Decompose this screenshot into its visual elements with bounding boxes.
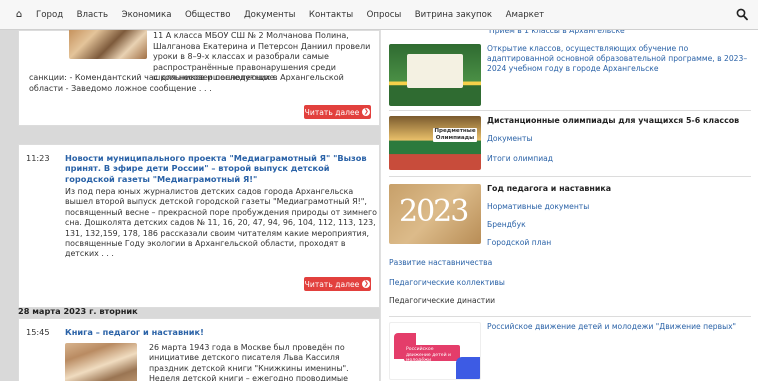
top-navigation: ⌂ Город Власть Экономика Общество Докуме… <box>0 0 758 30</box>
nav-item-society[interactable]: Общество <box>185 10 231 20</box>
logo-shape-blue <box>456 357 480 379</box>
divider <box>389 316 751 317</box>
search-icon[interactable] <box>736 8 748 22</box>
divider <box>389 110 751 111</box>
news-card: 11:23 Новости муниципального проекта "Ме… <box>18 144 380 308</box>
nav-item-city[interactable]: Город <box>36 10 63 20</box>
read-more-label: Читать далее <box>304 279 360 289</box>
nav-item-economy[interactable]: Экономика <box>122 10 172 20</box>
movement-first-banner-image[interactable]: Российское движение детей и молодёжи <box>389 322 481 380</box>
nav-item-amarket[interactable]: Амаркет <box>506 10 545 20</box>
read-more-button[interactable]: Читать далее ❯ <box>304 105 371 119</box>
olympiad-results-link[interactable]: Итоги олимпиад <box>487 154 553 164</box>
news-card: 15:45 Книга – педагог и наставник! 26 ма… <box>18 318 380 381</box>
nav-item-contacts[interactable]: Контакты <box>309 10 353 20</box>
pedagogical-dynasties-item[interactable]: Педагогические династии <box>389 296 495 305</box>
adapted-classes-link[interactable]: Открытие классов, осуществляющих обучени… <box>487 44 749 73</box>
news-time: 15:45 <box>26 327 50 337</box>
olympiad-image-label: Предметные Олимпиады <box>433 128 477 142</box>
nav-item-power[interactable]: Власть <box>77 10 108 20</box>
pedagogical-teams-link[interactable]: Педагогические коллективы <box>389 278 505 287</box>
date-heading: 28 марта 2023 г. вторник <box>18 306 138 316</box>
news-headline-link[interactable]: Новости муниципального проекта "Медиагра… <box>65 153 377 184</box>
news-image[interactable] <box>69 25 147 59</box>
sidebar-banners: Приём в 1 классы в Архангельске Открытие… <box>380 26 758 381</box>
school-banner-image[interactable] <box>389 44 481 106</box>
olympiad-documents-link[interactable]: Документы <box>487 134 532 144</box>
read-more-label: Читать далее <box>304 107 360 117</box>
olympiad-title: Дистанционные олимпиады для учащихся 5-6… <box>487 116 740 125</box>
news-text: 26 марта 1943 года в Москве был проведён… <box>149 343 349 381</box>
olympiad-banner-image[interactable]: Предметные Олимпиады <box>389 116 481 170</box>
news-time: 11:23 <box>26 153 50 163</box>
news-card: 11 А класса МБОУ СШ № 2 Молчанова Полина… <box>18 25 380 126</box>
chalkboard-illustration <box>407 54 463 88</box>
city-plan-link[interactable]: Городской план <box>487 238 551 248</box>
mentoring-development-link[interactable]: Развитие наставничества <box>389 258 492 267</box>
read-more-button[interactable]: Читать далее ❯ <box>304 277 371 291</box>
nav-item-procurement[interactable]: Витрина закупок <box>415 10 492 20</box>
regulatory-documents-link[interactable]: Нормативные документы <box>487 202 589 212</box>
news-text: Из под пера юных журналистов детских сад… <box>65 187 377 259</box>
brandbook-link[interactable]: Брендбук <box>487 220 526 230</box>
home-icon[interactable]: ⌂ <box>12 9 26 20</box>
nav-item-polls[interactable]: Опросы <box>367 10 402 20</box>
teacher-year-banner-image[interactable]: 2023 <box>389 184 481 244</box>
chevron-right-icon: ❯ <box>362 280 371 288</box>
teacher-year-title: Год педагога и наставника <box>487 184 612 193</box>
chevron-right-icon: ❯ <box>362 108 371 116</box>
movement-first-link[interactable]: Российское движение детей и молодежи "Дв… <box>487 322 749 332</box>
divider <box>389 176 751 177</box>
movement-image-text: Российское движение детей и молодёжи <box>404 345 460 363</box>
news-text-continued: санкции: - Комендантский час для несовер… <box>29 73 344 93</box>
news-image[interactable] <box>65 343 137 381</box>
news-headline-link[interactable]: Книга – педагог и наставник! <box>65 327 365 337</box>
nav-item-documents[interactable]: Документы <box>244 10 295 20</box>
year-number: 2023 <box>399 194 469 229</box>
